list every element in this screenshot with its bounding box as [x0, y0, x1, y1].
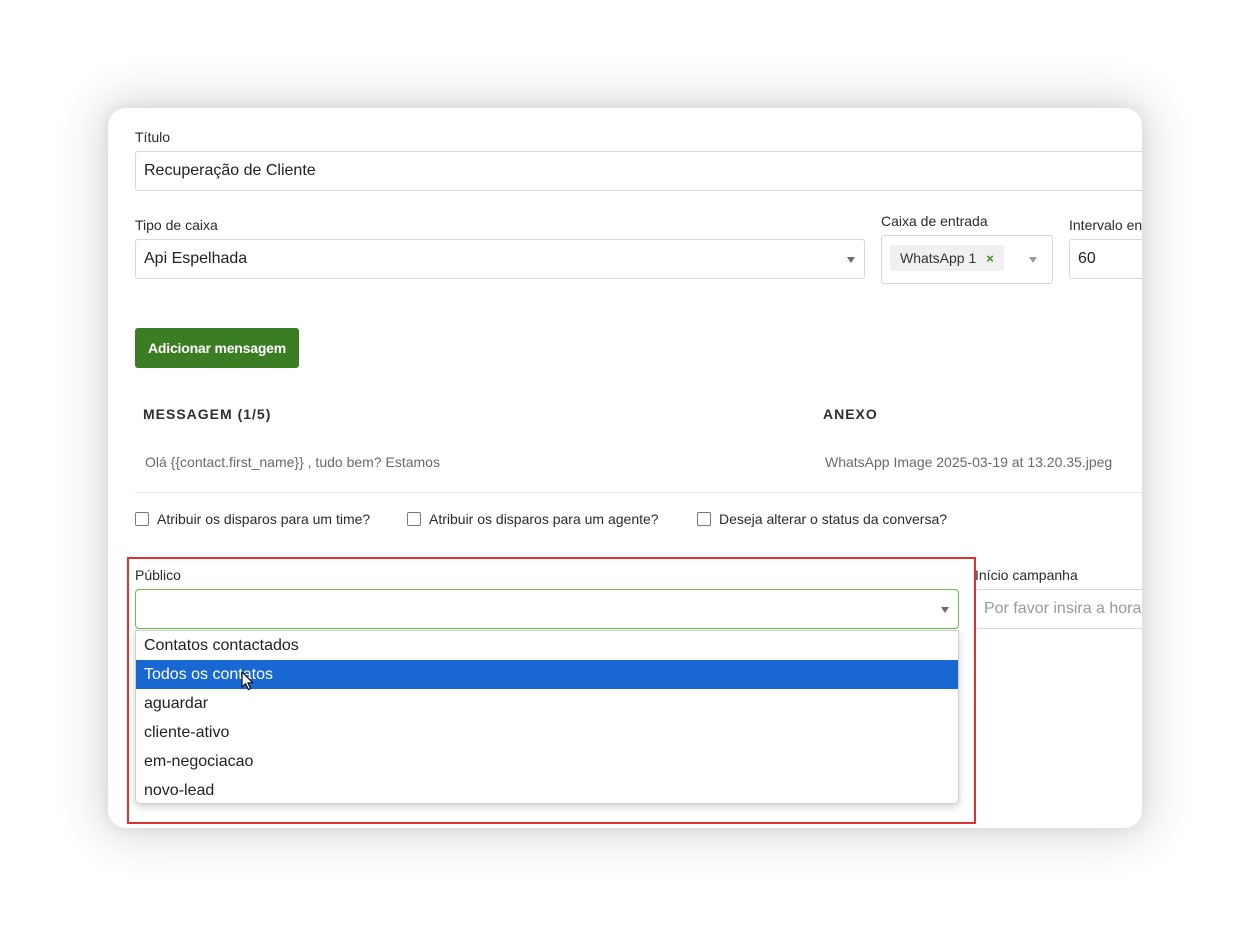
campaign-form-card: Título Recuperação de Cliente Tipo de ca… — [108, 108, 1142, 828]
checkbox-box[interactable] — [135, 512, 149, 526]
campaign-start-input[interactable]: Por favor insira a hora — [975, 589, 1142, 629]
checkbox-box[interactable] — [697, 512, 711, 526]
chevron-down-icon — [847, 257, 855, 263]
checkbox-label: Atribuir os disparos para um agente? — [429, 511, 659, 527]
remove-tag-icon[interactable]: × — [986, 251, 994, 266]
assign-agent-checkbox[interactable]: Atribuir os disparos para um agente? — [407, 511, 659, 527]
box-type-label: Tipo de caixa — [135, 217, 218, 233]
add-message-button[interactable]: Adicionar mensagem — [135, 328, 299, 368]
interval-label: Intervalo en — [1069, 217, 1142, 233]
inbox-tag: WhatsApp 1 × — [890, 245, 1004, 271]
inbox-label: Caixa de entrada — [881, 213, 988, 229]
table-divider — [135, 492, 1142, 493]
attachment-cell: WhatsApp Image 2025-03-19 at 13.20.35.jp… — [825, 454, 1113, 470]
audience-option[interactable]: Contatos contactados — [136, 631, 958, 660]
checkbox-box[interactable] — [407, 512, 421, 526]
table-header-message: MESSAGEM (1/5) — [143, 406, 272, 422]
table-header-attachment: ANEXO — [823, 406, 878, 422]
audience-select[interactable] — [135, 589, 959, 629]
audience-label: Público — [135, 567, 181, 583]
audience-option[interactable]: aguardar — [136, 689, 958, 718]
interval-input[interactable]: 60 — [1069, 239, 1142, 279]
box-type-select[interactable]: Api Espelhada — [135, 239, 865, 279]
inbox-select[interactable]: WhatsApp 1 × — [881, 235, 1053, 284]
audience-option[interactable]: novo-lead — [136, 776, 958, 803]
change-status-checkbox[interactable]: Deseja alterar o status da conversa? — [697, 511, 947, 527]
campaign-start-label: Início campanha — [975, 567, 1078, 583]
checkbox-label: Atribuir os disparos para um time? — [157, 511, 371, 527]
chevron-down-icon — [941, 607, 949, 613]
checkbox-label: Deseja alterar o status da conversa? — [719, 511, 948, 527]
message-cell: Olá {{contact.first_name}} , tudo bem? E… — [145, 454, 440, 470]
mouse-cursor-icon — [241, 671, 254, 691]
screenshot-stage: Título Recuperação de Cliente Tipo de ca… — [0, 0, 1250, 938]
audience-dropdown: Contatos contactados Todos os contatos a… — [135, 630, 959, 804]
assign-team-checkbox[interactable]: Atribuir os disparos para um time? — [135, 511, 370, 527]
title-label: Título — [135, 129, 171, 145]
audience-option-selected[interactable]: Todos os contatos — [136, 660, 958, 689]
chevron-down-icon — [1029, 257, 1037, 263]
audience-option[interactable]: em-negociacao — [136, 747, 958, 776]
inbox-tag-label: WhatsApp 1 — [900, 250, 977, 266]
box-type-value: Api Espelhada — [144, 250, 248, 267]
title-input[interactable]: Recuperação de Cliente — [135, 151, 1142, 191]
audience-option[interactable]: cliente-ativo — [136, 718, 958, 747]
